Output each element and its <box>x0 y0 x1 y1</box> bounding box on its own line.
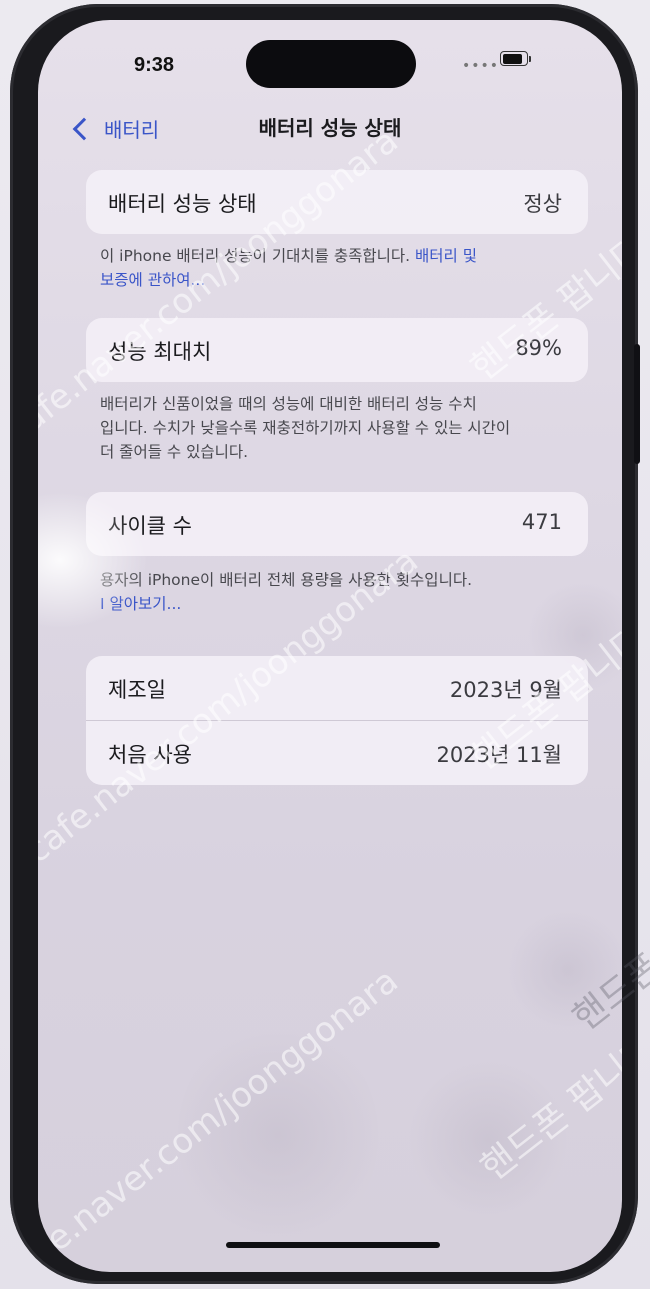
max-capacity-footnote: 배터리가 신품이었을 때의 성능에 대비한 배터리 성능 수치 입니다. 수치가… <box>100 392 586 464</box>
home-indicator[interactable] <box>226 1242 440 1248</box>
battery-icon <box>500 51 531 66</box>
watermark-site: cafe.naver.com/joonggonara <box>38 960 406 1272</box>
battery-warranty-link-part2[interactable]: 보증에 관하여... <box>100 271 205 289</box>
battery-health-description: 이 iPhone 배터리 성능이 기대치를 충족합니다. <box>100 247 411 265</box>
manufacture-date-row: 제조일 2023년 9월 <box>86 656 588 720</box>
max-capacity-row: 성능 최대치 89% <box>86 318 588 382</box>
max-capacity-footnote-line: 입니다. 수치가 낮을수록 재충전하기까지 사용할 수 있는 시간이 <box>100 419 511 437</box>
phone-photo: 9:38 •••• 배터리 배터리 성능 상태 배터리 성능 상태 정상 이 i… <box>0 0 650 1289</box>
learn-more-link[interactable]: I 알아보기... <box>100 592 586 616</box>
dynamic-island <box>246 40 416 88</box>
cycle-count-card: 사이클 수 471 <box>86 492 588 556</box>
max-capacity-footnote-line: 더 줄어들 수 있습니다. <box>100 443 249 461</box>
cycle-count-row: 사이클 수 471 <box>86 492 588 556</box>
status-bar: 9:38 •••• <box>38 20 622 90</box>
navigation-bar: 배터리 배터리 성능 상태 <box>38 106 622 150</box>
battery-health-label: 배터리 성능 상태 <box>108 192 257 216</box>
battery-health-value: 정상 <box>523 192 562 216</box>
first-use-row: 처음 사용 2023년 11월 <box>86 720 588 785</box>
phone-frame: 9:38 •••• 배터리 배터리 성능 상태 배터리 성능 상태 정상 이 i… <box>10 4 640 1284</box>
dates-card: 제조일 2023년 9월 처음 사용 2023년 11월 <box>86 656 588 785</box>
side-button <box>634 344 640 464</box>
signal-icon: •••• <box>462 58 500 74</box>
screen-smudge <box>178 1020 378 1250</box>
cycle-count-label: 사이클 수 <box>108 514 192 538</box>
screen-smudge <box>408 1060 568 1220</box>
max-capacity-value: 89% <box>515 336 562 360</box>
battery-warranty-link-part1[interactable]: 배터리 및 <box>415 247 477 265</box>
battery-health-footnote: 이 iPhone 배터리 성능이 기대치를 충족합니다. 배터리 및 보증에 관… <box>100 244 586 292</box>
cycle-count-footnote: 용자의 iPhone이 배터리 전체 용량을 사용한 횟수입니다. I 알아보기… <box>100 568 586 616</box>
screen-smudge <box>508 910 622 1030</box>
manufacture-date-label: 제조일 <box>108 678 166 702</box>
phone-screen: 9:38 •••• 배터리 배터리 성능 상태 배터리 성능 상태 정상 이 i… <box>38 20 622 1272</box>
status-time: 9:38 <box>134 54 175 76</box>
first-use-value: 2023년 11월 <box>436 743 562 767</box>
battery-tip <box>529 56 531 62</box>
battery-health-card: 배터리 성능 상태 정상 <box>86 170 588 234</box>
max-capacity-footnote-line: 배터리가 신품이었을 때의 성능에 대비한 배터리 성능 수치 <box>100 395 477 413</box>
watermark-brand: 핸드폰 팝니다 <box>473 1027 622 1190</box>
battery-health-row: 배터리 성능 상태 정상 <box>86 170 588 234</box>
cycle-count-value: 471 <box>521 510 562 534</box>
cycle-count-description: 용자의 iPhone이 배터리 전체 용량을 사용한 횟수입니다. <box>100 571 473 589</box>
max-capacity-label: 성능 최대치 <box>108 340 212 364</box>
battery-fill <box>503 54 522 64</box>
page-title: 배터리 성능 상태 <box>258 116 402 140</box>
manufacture-date-value: 2023년 9월 <box>449 678 562 702</box>
max-capacity-card: 성능 최대치 89% <box>86 318 588 382</box>
first-use-label: 처음 사용 <box>108 743 192 767</box>
